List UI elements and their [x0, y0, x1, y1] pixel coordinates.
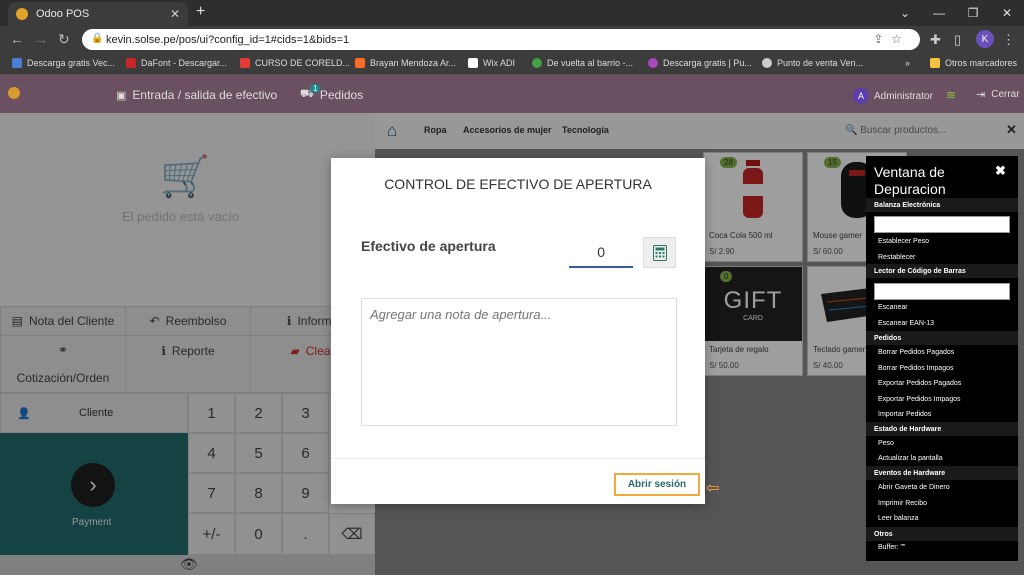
- user-menu[interactable]: A Administrator: [853, 88, 933, 104]
- profile-avatar[interactable]: K: [976, 30, 994, 48]
- dialog-footer: Abrir sesión: [331, 458, 705, 504]
- wifi-icon: ≋: [946, 88, 957, 102]
- debug-section-title: Lector de Código de Barras: [866, 264, 1018, 278]
- bookmark-icon: [12, 58, 22, 68]
- bookmark-item[interactable]: Descarga gratis | Pu...: [648, 58, 752, 68]
- debug-action[interactable]: Escanear: [878, 304, 908, 311]
- debug-action[interactable]: Restablecer: [878, 254, 915, 261]
- pos-header: ▣ Entrada / salida de efectivo ⛟ Pedidos…: [0, 75, 1024, 113]
- debug-action[interactable]: Abrir Gaveta de Dinero: [878, 484, 950, 491]
- debug-title: Ventana de Depuracion: [874, 164, 946, 197]
- debug-action[interactable]: Establecer Peso: [878, 238, 929, 245]
- user-avatar: A: [853, 88, 869, 104]
- debug-section-title: Balanza Electrónica: [866, 198, 1018, 212]
- weight-input[interactable]: [874, 216, 1010, 233]
- debug-action[interactable]: Peso: [878, 440, 894, 447]
- debug-action[interactable]: Exportar Pedidos Pagados: [878, 380, 961, 387]
- reload-icon[interactable]: ↻: [58, 31, 70, 48]
- restore-icon[interactable]: ❐: [956, 0, 990, 26]
- open-session-button[interactable]: Abrir sesión: [614, 473, 700, 496]
- bookmark-item[interactable]: De vuelta al barrio -...: [532, 58, 633, 68]
- new-tab-icon[interactable]: +: [196, 3, 205, 21]
- bookmark-icon: [240, 58, 250, 68]
- bookmark-icon: [648, 58, 658, 68]
- bookmark-icon: [126, 58, 136, 68]
- other-bookmarks[interactable]: Otros marcadores: [930, 58, 1017, 68]
- extensions-icon[interactable]: ✚: [930, 32, 941, 48]
- opening-cash-dialog: CONTROL DE EFECTIVO DE APERTURA Efectivo…: [331, 158, 705, 504]
- sidebar-icon[interactable]: ▯: [954, 32, 961, 48]
- menu-icon[interactable]: ⋮: [1002, 32, 1015, 48]
- opening-cash-input[interactable]: [569, 238, 633, 268]
- browser-tab[interactable]: Odoo POS ✕: [8, 2, 188, 26]
- bookmark-item[interactable]: Descarga gratis Vec...: [12, 58, 115, 68]
- url-text: kevin.solse.pe/pos/ui?config_id=1#cids=1…: [106, 33, 350, 46]
- tab-title: Odoo POS: [36, 8, 90, 20]
- bookmark-item[interactable]: Wix ADI: [468, 58, 515, 68]
- odoo-favicon-icon: [16, 8, 28, 20]
- signout-icon: ⇥: [976, 89, 986, 101]
- debug-action[interactable]: Exportar Pedidos Impagos: [878, 396, 961, 403]
- minimize-icon[interactable]: —: [922, 0, 956, 26]
- barcode-input[interactable]: [874, 283, 1010, 300]
- address-bar-row: ← → ↻ 🔒 kevin.solse.pe/pos/ui?config_id=…: [0, 26, 1024, 53]
- close-icon[interactable]: ✖: [995, 163, 1006, 179]
- tab-search-icon[interactable]: ⌄: [888, 0, 922, 26]
- debug-action[interactable]: Escanear EAN-13: [878, 320, 934, 327]
- opening-cash-label: Efectivo de apertura: [361, 238, 496, 254]
- debug-action[interactable]: Leer balanza: [878, 515, 918, 522]
- debug-section-title: Pedidos: [866, 331, 1018, 345]
- bookmark-icon: [355, 58, 365, 68]
- debug-action[interactable]: Borrar Pedidos Impagos: [878, 365, 953, 372]
- bookmark-item[interactable]: Brayan Mendoza Ar...: [355, 58, 456, 68]
- debug-window: Ventana de Depuracion ✖ Balanza Electrón…: [866, 156, 1018, 561]
- bookmark-item[interactable]: Punto de venta Ven...: [762, 58, 863, 68]
- forward-icon[interactable]: →: [34, 31, 48, 47]
- bookmarks-more[interactable]: »: [905, 58, 910, 68]
- debug-action[interactable]: Actualizar la pantalla: [878, 455, 943, 462]
- bookmarks-bar: Descarga gratis Vec... DaFont - Descarga…: [0, 53, 1024, 75]
- opening-note-textarea[interactable]: [361, 298, 677, 426]
- debug-buffer: Buffer: "": [878, 544, 906, 551]
- bookmark-item[interactable]: CURSO DE CORELD...: [240, 58, 350, 68]
- pointer-arrow-icon: ⇦: [706, 480, 720, 497]
- back-icon[interactable]: ←: [10, 31, 24, 47]
- cash-icon: ▣: [116, 89, 127, 102]
- close-session-button[interactable]: ⇥ Cerrar: [976, 88, 1020, 101]
- folder-icon: [930, 58, 940, 68]
- debug-section-title: Estado de Hardware: [866, 422, 1018, 436]
- close-window-icon[interactable]: ✕: [990, 0, 1024, 26]
- debug-action[interactable]: Importar Pedidos: [878, 411, 931, 418]
- pos-logo-icon: [8, 87, 20, 99]
- url-field[interactable]: 🔒 kevin.solse.pe/pos/ui?config_id=1#cids…: [82, 29, 920, 50]
- close-tab-icon[interactable]: ✕: [170, 7, 180, 21]
- calculator-button[interactable]: [643, 237, 676, 268]
- calculator-icon: [652, 244, 667, 261]
- lock-icon: 🔒: [91, 33, 104, 44]
- bookmark-icon: [762, 58, 772, 68]
- cash-in-out-button[interactable]: ▣ Entrada / salida de efectivo: [116, 88, 277, 102]
- share-star-icons[interactable]: ⇪☆: [873, 32, 910, 46]
- debug-action[interactable]: Borrar Pedidos Pagados: [878, 349, 954, 356]
- bookmark-icon: [532, 58, 542, 68]
- bookmark-item[interactable]: DaFont - Descargar...: [126, 58, 227, 68]
- debug-action[interactable]: Imprimir Recibo: [878, 500, 927, 507]
- dialog-title: CONTROL DE EFECTIVO DE APERTURA: [384, 176, 652, 192]
- debug-section-title: Eventos de Hardware: [866, 466, 1018, 480]
- debug-section-title: Otros: [866, 527, 1018, 541]
- bookmark-icon: [468, 58, 478, 68]
- browser-tab-bar: Odoo POS ✕ + ⌄ — ❐ ✕: [0, 0, 1024, 26]
